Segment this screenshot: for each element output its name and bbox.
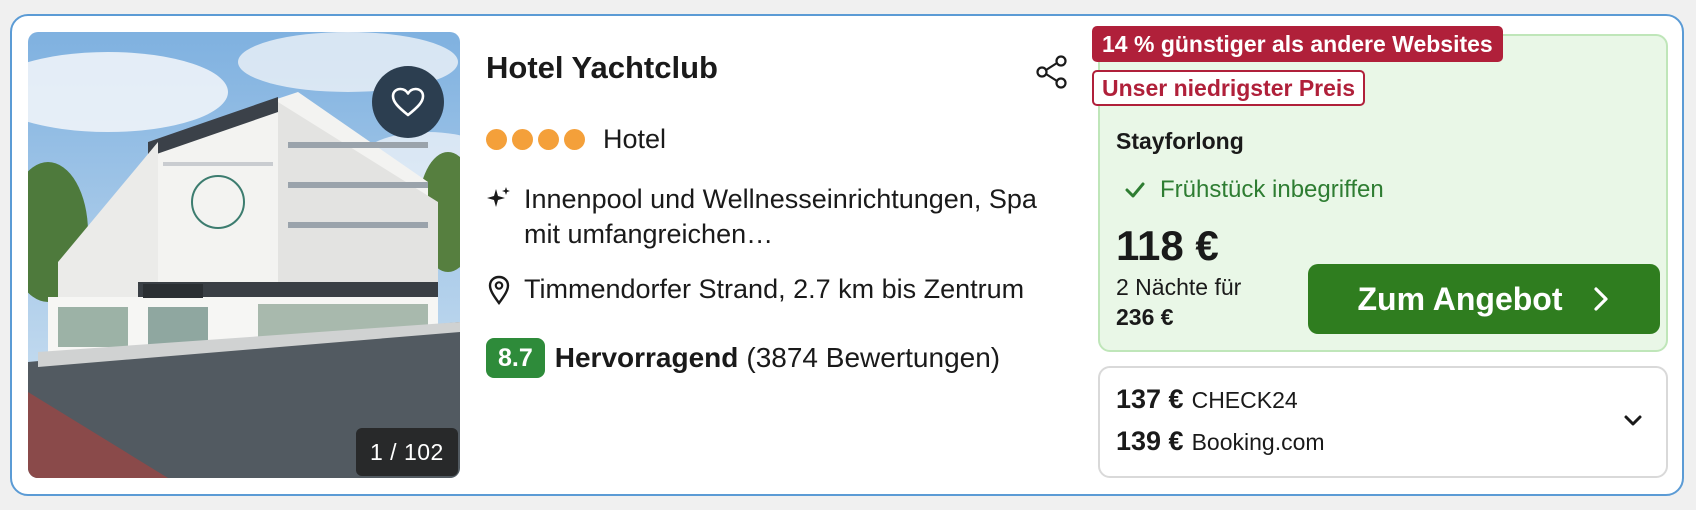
review-summary[interactable]: 8.7 Hervorragend (3874 Bewertungen): [486, 338, 1000, 378]
alternative-provider: CHECK24: [1191, 387, 1298, 413]
share-button[interactable]: [1032, 52, 1072, 92]
alternative-price: 139 €: [1116, 426, 1184, 456]
hotel-name[interactable]: Hotel Yachtclub: [486, 50, 718, 86]
hotel-category: Hotel: [603, 124, 667, 154]
sparkle-icon: [487, 187, 510, 207]
star-dot: [512, 129, 533, 150]
hotel-location: Timmendorfer Strand, 2.7 km bis Zentrum: [486, 274, 1024, 305]
alternative-provider: Booking.com: [1191, 429, 1325, 455]
rating-label: Hervorragend: [554, 342, 739, 373]
offer-price: 118 €: [1116, 222, 1219, 269]
view-deal-button[interactable]: Zum Angebot: [1308, 264, 1660, 334]
star-dot: [538, 129, 559, 150]
checkmark-icon: [1125, 182, 1145, 198]
breakfast-included: Frühstück inbegriffen: [1124, 176, 1384, 204]
star-rating: [486, 129, 585, 150]
chevron-down-icon[interactable]: [1620, 410, 1646, 432]
hotel-feature: Innenpool und Wellnesseinrichtungen, Spa…: [486, 182, 1076, 252]
alternative-offer-row[interactable]: 139 € Booking.com: [1116, 426, 1325, 457]
photo-counter: 1 / 102: [356, 428, 458, 476]
rating-score-badge: 8.7: [486, 338, 545, 378]
discount-badge: 14 % günstiger als andere Websites: [1092, 26, 1503, 62]
nights-text: 2 Nächte für: [1116, 274, 1242, 300]
heart-icon: [391, 87, 425, 117]
hotel-photo[interactable]: 1 / 102: [28, 32, 460, 478]
star-dot: [486, 129, 507, 150]
feature-text: Innenpool und Wellnesseinrichtungen, Spa…: [524, 184, 1037, 249]
favorite-button[interactable]: [372, 66, 444, 138]
hotel-class-row: Hotel: [486, 124, 666, 155]
offer-provider: Stayforlong: [1116, 128, 1244, 154]
hotel-info: Hotel Yachtclub Hotel Innenpool und Well…: [474, 16, 1074, 494]
star-dot: [564, 129, 585, 150]
share-icon: [1036, 55, 1067, 89]
view-deal-label: Zum Angebot: [1357, 280, 1563, 317]
review-count: (3874 Bewertungen): [746, 342, 1001, 373]
total-price: 236 €: [1116, 304, 1174, 330]
alternative-offers[interactable]: 137 € CHECK24 139 € Booking.com: [1098, 366, 1668, 478]
chevron-right-icon: [1593, 287, 1608, 311]
lowest-price-badge: Unser niedrigster Preis: [1092, 70, 1366, 106]
hotel-result-card[interactable]: 1 / 102 Hotel Yachtclub Hotel Innenpool …: [10, 14, 1684, 496]
breakfast-text: Frühstück inbegriffen: [1160, 176, 1384, 203]
alternative-price: 137 €: [1116, 384, 1184, 414]
alternative-offer-row[interactable]: 137 € CHECK24: [1116, 384, 1298, 415]
location-text: Timmendorfer Strand, 2.7 km bis Zentrum: [524, 274, 1025, 304]
map-pin-icon: [488, 275, 510, 305]
